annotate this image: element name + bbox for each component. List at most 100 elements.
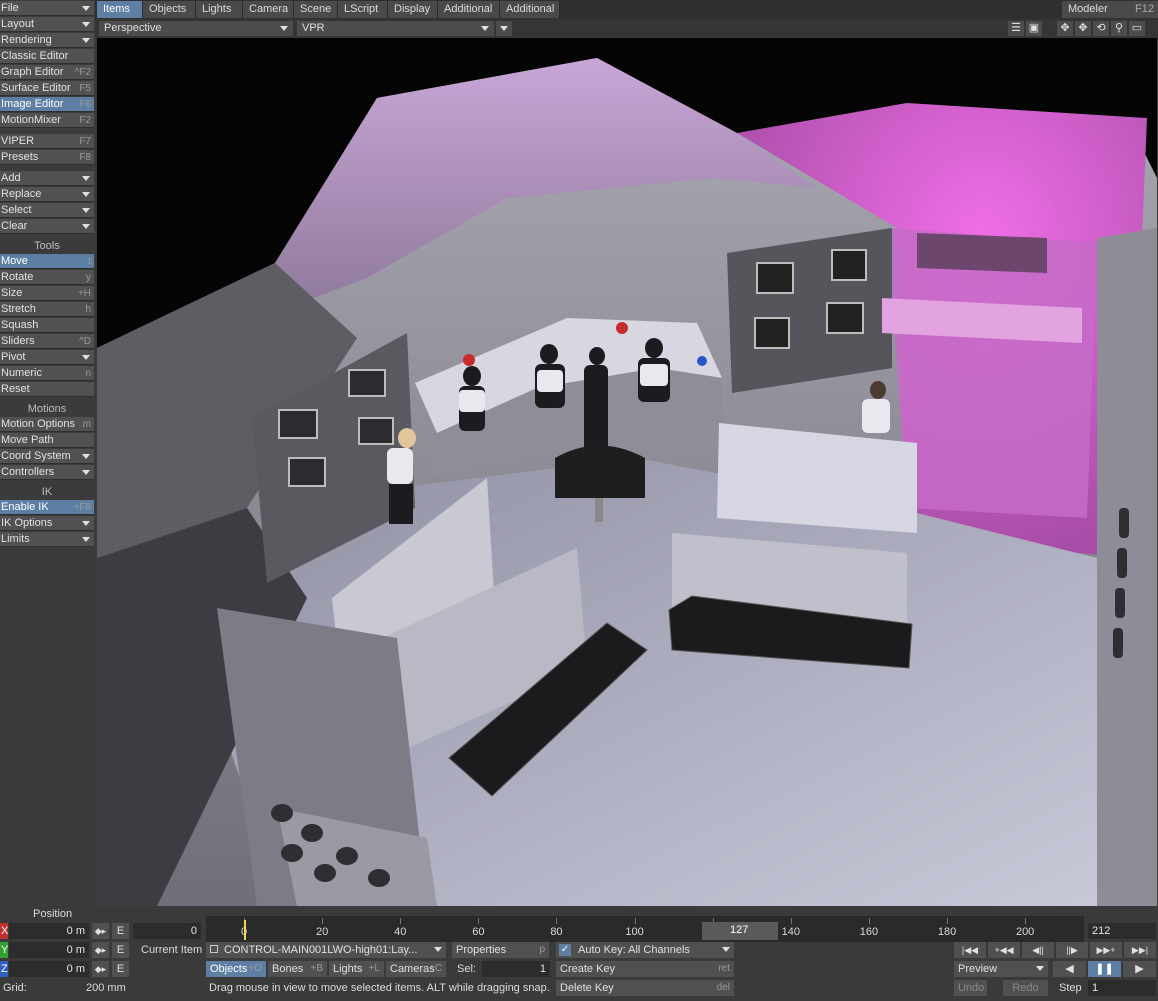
timeline-tick [790, 918, 792, 924]
toolbar-item-squash[interactable]: Squash [0, 318, 94, 333]
toolbar-item-ik-options[interactable]: IK Options [0, 516, 94, 531]
toolbar-item-motion-options[interactable]: Motion Options m [0, 417, 94, 432]
next-key-button[interactable]: ▶▶+ [1090, 942, 1122, 958]
pause-button[interactable]: ❚❚ [1088, 961, 1121, 977]
tab-scene[interactable]: Scene [294, 1, 338, 18]
toolbar-item-graph-editor[interactable]: Graph Editor ^F2 [0, 65, 94, 80]
3d-viewport[interactable] [97, 38, 1157, 906]
timeline-start-field[interactable]: 0 [133, 923, 201, 939]
x-envelope-arrows[interactable]: ◆▸ [92, 923, 109, 939]
tab-camera[interactable]: Camera [243, 1, 294, 18]
timeline-tick [868, 918, 870, 924]
rotate-view-icon[interactable]: ⟲ [1093, 21, 1109, 36]
current-item-select[interactable]: CONTROL-MAIN001LWO-high01:Lay... [206, 942, 446, 958]
toolbar-item-coord-system[interactable]: Coord System [0, 449, 94, 464]
toolbar-item-label: IK Options [1, 517, 53, 529]
toolbar-section-header: IK [0, 485, 94, 499]
auto-key-checkbox[interactable]: ✓ [559, 944, 571, 956]
select-bones-tab[interactable]: Bones +B [268, 961, 327, 977]
toolbar-item-size[interactable]: Size +H [0, 286, 94, 301]
toolbar-item-stretch[interactable]: Stretch h [0, 302, 94, 317]
preview-select[interactable]: Preview [954, 961, 1048, 977]
toolbar-item-presets[interactable]: Presets F8 [0, 150, 94, 165]
toolbar-item-reset[interactable]: Reset [0, 382, 94, 397]
tab-additional[interactable]: Additional [438, 1, 500, 18]
toolbar-item-surface-editor[interactable]: Surface Editor F5 [0, 81, 94, 96]
toolbar-item-viper[interactable]: VIPER F7 [0, 134, 94, 149]
toolbar-item-numeric[interactable]: Numeric n [0, 366, 94, 381]
go-to-start-button[interactable]: |◀◀ [954, 942, 986, 958]
toolbar-item-motionmixer[interactable]: MotionMixer F2 [0, 113, 94, 128]
tab-items[interactable]: Items [97, 1, 143, 18]
toolbar-item-clear[interactable]: Clear [0, 219, 94, 234]
chevron-down-icon [82, 454, 90, 459]
toolbar-item-controllers[interactable]: Controllers [0, 465, 94, 480]
toolbar-item-replace[interactable]: Replace [0, 187, 94, 202]
toolbar-item-layout[interactable]: Layout [0, 17, 94, 32]
toolbar-item-image-editor[interactable]: Image Editor F6 [0, 97, 94, 112]
auto-key-select[interactable]: ✓ Auto Key: All Channels [556, 942, 734, 958]
select-cameras-tab[interactable]: Cameras +C [386, 961, 446, 977]
save-icon[interactable]: ▣ [1026, 21, 1042, 36]
modeler-button[interactable]: Modeler F12 [1062, 1, 1158, 18]
chevron-down-icon [82, 22, 90, 27]
toolbar-item-select[interactable]: Select [0, 203, 94, 218]
y-envelope-arrows[interactable]: ◆▸ [92, 942, 109, 958]
tab-display[interactable]: Display [388, 1, 438, 18]
view-mode-select[interactable]: Perspective [99, 21, 293, 36]
tab-additional-2[interactable]: Additional [500, 1, 560, 18]
select-objects-tab[interactable]: Objects +O [206, 961, 266, 977]
create-key-button[interactable]: Create Key ret [556, 961, 734, 977]
x-position-field[interactable]: 0 m [9, 923, 89, 939]
go-to-end-button[interactable]: ▶▶| [1124, 942, 1156, 958]
z-envelope-arrows[interactable]: ◆▸ [92, 961, 109, 977]
play-reverse-button[interactable]: ◀ [1053, 961, 1086, 977]
prev-frame-button[interactable]: ◀|| [1022, 942, 1054, 958]
viewport-options-button[interactable] [496, 21, 512, 36]
move-view-alt-icon[interactable]: ✥ [1075, 21, 1091, 36]
toolbar-item-shortcut: n [85, 368, 91, 379]
play-button[interactable]: ▶ [1123, 961, 1156, 977]
z-position-field[interactable]: 0 m [9, 961, 89, 977]
tab-lights[interactable]: Lights [196, 1, 243, 18]
zoom-view-icon[interactable]: ⚲ [1111, 21, 1127, 36]
list-icon[interactable]: ☰ [1008, 21, 1024, 36]
next-frame-button[interactable]: ||▶ [1056, 942, 1088, 958]
toolbar-item-classic-editor[interactable]: Classic Editor [0, 49, 94, 64]
properties-button[interactable]: Properties p [452, 942, 549, 958]
toolbar-item-rotate[interactable]: Rotate y [0, 270, 94, 285]
toolbar-item-move[interactable]: Move t [0, 254, 94, 269]
step-field[interactable]: 1 [1088, 980, 1156, 996]
toolbar-item-enable-ik[interactable]: Enable IK +F8 [0, 500, 94, 515]
y-envelope-button[interactable]: E [112, 942, 129, 958]
create-key-shortcut: ret [718, 963, 730, 974]
toolbar-item-label: Enable IK [1, 501, 49, 513]
x-envelope-button[interactable]: E [112, 923, 129, 939]
toolbar-item-shortcut: +F8 [73, 502, 91, 513]
toolbar-item-move-path[interactable]: Move Path [0, 433, 94, 448]
toolbar-item-pivot[interactable]: Pivot [0, 350, 94, 365]
maximize-view-icon[interactable]: ▭ [1129, 21, 1145, 36]
toolbar-item-label: Controllers [1, 466, 55, 478]
select-lights-tab[interactable]: Lights +L [329, 961, 384, 977]
undo-button[interactable]: Undo [954, 980, 987, 996]
render-mode-select[interactable]: VPR [297, 21, 494, 36]
playhead-marker[interactable] [244, 920, 246, 940]
select-tab-label: Lights [333, 963, 363, 975]
toolbar-item-sliders[interactable]: Sliders ^D [0, 334, 94, 349]
timeline-slider[interactable]: 020406080100120140160180200 127 [206, 916, 1084, 942]
toolbar-item-limits[interactable]: Limits [0, 532, 94, 547]
tab-lscript[interactable]: LScript [338, 1, 388, 18]
toolbar-item-add[interactable]: Add [0, 171, 94, 186]
toolbar-item-file[interactable]: File [0, 1, 94, 16]
current-frame-indicator[interactable]: 127 [702, 922, 779, 940]
z-envelope-button[interactable]: E [112, 961, 129, 977]
y-position-field[interactable]: 0 m [9, 942, 89, 958]
tab-objects[interactable]: Objects [143, 1, 196, 18]
move-view-icon[interactable]: ✥ [1057, 21, 1073, 36]
prev-key-button[interactable]: +◀◀ [988, 942, 1020, 958]
redo-button[interactable]: Redo [1003, 980, 1048, 996]
toolbar-item-rendering[interactable]: Rendering [0, 33, 94, 48]
delete-key-button[interactable]: Delete Key del [556, 980, 734, 996]
timeline-end-field[interactable]: 212 [1088, 923, 1156, 939]
